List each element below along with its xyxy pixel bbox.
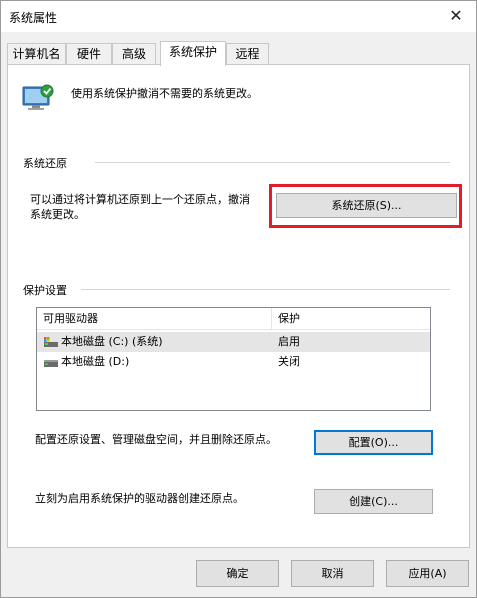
title-bar[interactable]: 系统属性 ✕ [1,1,476,32]
drive-protection-status: 关闭 [278,355,300,368]
drive-protection-status: 启用 [278,335,300,348]
system-restore-description-line1: 可以通过将计算机还原到上一个还原点，撤消 [30,193,250,206]
window-title: 系统属性 [9,11,58,25]
drive-name: 本地磁盘 (C:) (系统) [61,335,163,348]
system-restore-description-line2: 系统更改。 [30,208,85,221]
drive-name: 本地磁盘 (D:) [61,355,130,368]
configure-button[interactable]: 配置(O)... [314,430,433,455]
highlight-box [269,184,462,228]
apply-button: 应用(A) [386,560,469,587]
close-button[interactable]: ✕ [436,1,476,32]
tab-remote[interactable]: 远程 [226,43,269,65]
system-protection-icon [21,83,57,115]
tab-system-protection[interactable]: 系统保护 [160,41,226,66]
group-divider [95,162,450,163]
system-properties-window: 系统属性 ✕ 计算机名 硬件 高级 系统保护 远程 使用系统保护撤消不需要的系统… [0,0,477,598]
close-icon: ✕ [449,6,463,25]
configure-description: 配置还原设置、管理磁盘空间，并且删除还原点。 [35,433,277,446]
drive-list-header: 可用驱动器 保护 [37,308,430,330]
tab-advanced[interactable]: 高级 [112,43,156,65]
list-item[interactable]: 本地磁盘 (D:) 关闭 [37,352,430,372]
group-divider [81,289,450,290]
drive-list[interactable]: 可用驱动器 保护 本地磁盘 (C:) (系统) 启用 本地磁盘 (D:) 关闭 [36,307,431,411]
create-description: 立刻为启用系统保护的驱动器创建还原点。 [35,492,244,505]
drive-icon [43,356,59,368]
system-drive-icon [43,336,59,348]
tab-computer-name[interactable]: 计算机名 [7,43,66,65]
column-header-protection[interactable]: 保护 [272,308,430,330]
header-description: 使用系统保护撤消不需要的系统更改。 [71,87,258,100]
column-header-drives[interactable]: 可用驱动器 [37,308,271,330]
list-item[interactable]: 本地磁盘 (C:) (系统) 启用 [37,332,430,352]
tab-hardware[interactable]: 硬件 [66,43,112,65]
tab-panel [7,64,470,548]
cancel-button[interactable]: 取消 [291,560,374,587]
protection-settings-group-label: 保护设置 [23,282,71,298]
create-button[interactable]: 创建(C)... [314,489,433,514]
system-restore-group-label: 系统还原 [23,155,71,171]
ok-button[interactable]: 确定 [196,560,279,587]
